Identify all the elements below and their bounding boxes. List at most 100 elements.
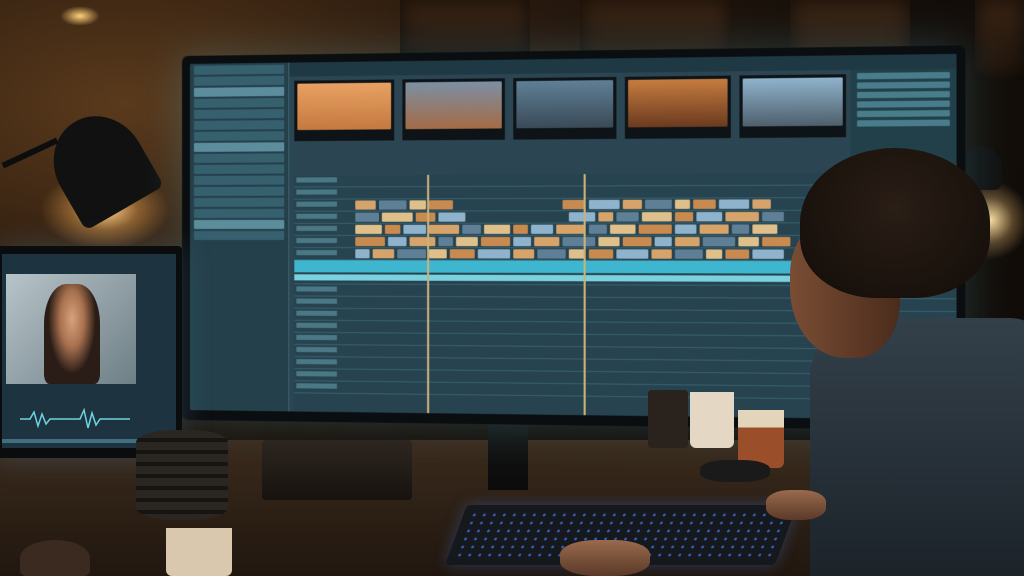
sidebar-item[interactable] [194, 198, 284, 207]
timeline-clip[interactable] [513, 237, 531, 246]
sidebar-item[interactable] [194, 153, 284, 163]
sidebar-item[interactable] [194, 220, 284, 229]
timeline-clip[interactable] [556, 225, 585, 234]
timeline-clip[interactable] [397, 249, 426, 258]
timeline-clip[interactable] [675, 237, 700, 246]
timeline-clip[interactable] [429, 200, 453, 209]
timeline-clip[interactable] [675, 224, 696, 233]
timeline-clip[interactable] [675, 212, 693, 221]
timeline-clip[interactable] [355, 249, 369, 258]
thumbnail-label [628, 127, 727, 136]
timeline-clip[interactable] [484, 225, 510, 234]
timeline-clip[interactable] [651, 249, 671, 258]
mouse[interactable] [700, 460, 770, 482]
sidebar-item[interactable] [194, 98, 284, 108]
timeline-clip[interactable] [355, 225, 382, 234]
timeline-clip[interactable] [429, 249, 447, 258]
timeline-clip[interactable] [534, 237, 559, 246]
timeline-clip[interactable] [616, 212, 638, 221]
timeline-clip[interactable] [623, 237, 652, 246]
timeline-clip[interactable] [478, 249, 510, 258]
thumb-crowd[interactable] [513, 77, 617, 140]
timeline-clip[interactable] [655, 237, 672, 246]
timeline-clip[interactable] [725, 249, 749, 258]
timeline-clip[interactable] [719, 199, 749, 208]
thumbnail-image [516, 80, 613, 128]
timeline-clip[interactable] [752, 224, 777, 233]
hair [800, 148, 990, 298]
timeline-clip[interactable] [569, 212, 595, 221]
timeline-clip[interactable] [598, 237, 619, 246]
sidebar-item[interactable] [194, 87, 284, 97]
timeline-clip[interactable] [616, 249, 648, 258]
playhead[interactable] [584, 174, 586, 415]
sidebar-item[interactable] [194, 109, 284, 119]
timeline-clip[interactable] [732, 224, 749, 233]
timeline-clip[interactable] [738, 237, 759, 246]
timeline-clip[interactable] [373, 249, 395, 258]
timeline-clip[interactable] [700, 224, 729, 233]
sidebar-item[interactable] [194, 76, 284, 86]
thumb-market[interactable] [739, 74, 846, 138]
timeline-clip[interactable] [623, 200, 642, 209]
sidebar-item[interactable] [194, 65, 284, 75]
timeline-clip[interactable] [725, 212, 758, 221]
timeline-clip[interactable] [598, 212, 613, 221]
timeline-clip[interactable] [531, 225, 553, 234]
timeline-clip[interactable] [589, 225, 607, 234]
timeline-clip[interactable] [388, 237, 406, 246]
timeline-clip[interactable] [645, 200, 672, 209]
timeline-clip[interactable] [563, 237, 596, 246]
timeline-clip[interactable] [675, 249, 703, 258]
timeline-clip[interactable] [462, 225, 481, 234]
timeline-clip[interactable] [450, 249, 475, 258]
thumb-portrait[interactable] [625, 76, 730, 139]
timeline-clip[interactable] [513, 249, 534, 258]
timeline-clip[interactable] [675, 200, 690, 209]
sidebar-item[interactable] [194, 142, 284, 152]
thumbnail-label [297, 129, 391, 138]
timeline-clip[interactable] [385, 225, 400, 234]
sidebar-item[interactable] [194, 120, 284, 130]
sidebar-item[interactable] [194, 164, 284, 174]
timeline-clip[interactable] [563, 200, 586, 209]
timeline-clip[interactable] [696, 212, 722, 221]
wall-poster [975, 0, 1024, 80]
timeline-clip[interactable] [639, 225, 672, 234]
timeline-clip[interactable] [706, 249, 722, 258]
thumb-street[interactable] [403, 78, 505, 140]
timeline-clip[interactable] [355, 200, 375, 209]
sidebar-item[interactable] [194, 231, 284, 240]
timeline-clip[interactable] [589, 249, 613, 258]
timeline-clip[interactable] [693, 200, 716, 209]
timeline-clip[interactable] [703, 237, 735, 246]
timeline-clip[interactable] [589, 200, 620, 209]
timeline-clip[interactable] [355, 237, 385, 246]
sidebar-item[interactable] [194, 187, 284, 196]
timeline-clip[interactable] [481, 237, 510, 246]
thumbnail-image [406, 81, 502, 129]
timeline-clip[interactable] [410, 237, 436, 246]
timeline-clip[interactable] [610, 225, 635, 234]
timeline-clip[interactable] [429, 225, 459, 234]
timeline-clip[interactable] [438, 212, 465, 221]
sidebar-item[interactable] [194, 131, 284, 141]
timeline-clip[interactable] [379, 200, 407, 209]
thumb-desert[interactable] [294, 80, 394, 142]
sidebar-item[interactable] [194, 209, 284, 218]
timeline-clip[interactable] [355, 213, 379, 222]
timeline-clip[interactable] [382, 213, 413, 222]
timeline-clip[interactable] [513, 225, 528, 234]
timeline-clip[interactable] [403, 225, 426, 234]
timeline-clip[interactable] [642, 212, 672, 221]
timeline-clip[interactable] [410, 200, 426, 209]
timeline-clip[interactable] [416, 213, 436, 222]
thumbnail-image [628, 79, 727, 128]
timeline-clip[interactable] [752, 199, 770, 208]
timeline-clip[interactable] [438, 237, 452, 246]
timeline-clip[interactable] [537, 249, 565, 258]
timeline-clip[interactable] [456, 237, 478, 246]
sidebar-item[interactable] [194, 176, 284, 185]
mug-dark [648, 390, 688, 448]
playhead[interactable] [427, 175, 429, 413]
